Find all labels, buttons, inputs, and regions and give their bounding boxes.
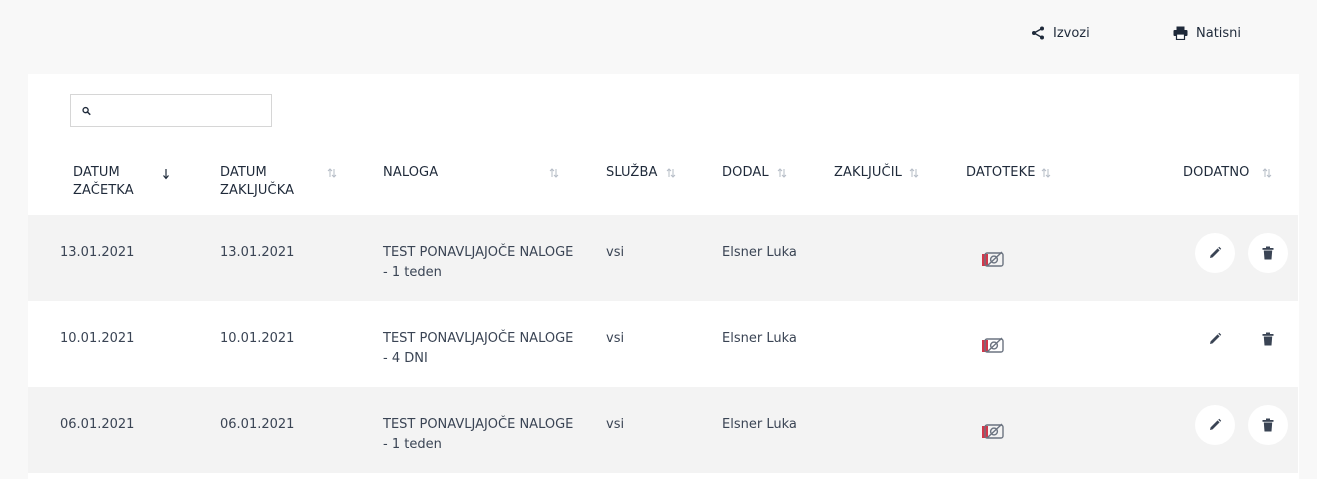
column-header-label: DATUM	[73, 165, 120, 180]
export-button[interactable]: Izvozi	[1031, 22, 1090, 44]
table-row: 13.01.2021 13.01.2021 TEST PONAVLJAJOČE …	[28, 215, 1298, 301]
service-cell: vsi	[606, 245, 625, 260]
column-header-label: DODATNO	[1183, 165, 1250, 180]
edit-button[interactable]	[1195, 233, 1235, 273]
service-cell: vsi	[606, 417, 625, 432]
table-row: 06.01.2021 06.01.2021 TEST PONAVLJAJOČE …	[28, 387, 1298, 473]
pencil-icon	[1210, 418, 1222, 430]
column-header-label: SLUŽBA	[606, 165, 658, 180]
end-date-cell: 13.01.2021	[220, 245, 295, 260]
no-attachment-icon[interactable]	[981, 336, 1005, 354]
no-attachment-icon[interactable]	[981, 422, 1005, 440]
pencil-icon	[1210, 332, 1222, 344]
edit-button[interactable]	[1195, 405, 1235, 445]
trash-icon	[1262, 246, 1274, 260]
added-by-cell: Elsner Luka	[722, 245, 797, 260]
column-header-start-date[interactable]: DATUM ZAČETKA	[73, 164, 134, 200]
column-header-service[interactable]: SLUŽBA	[606, 164, 657, 182]
printer-icon	[1173, 26, 1188, 40]
task-title: TEST PONAVLJAJOČE NALOGE	[383, 417, 574, 432]
sort-icon[interactable]	[549, 167, 559, 179]
print-label: Natisni	[1196, 25, 1242, 41]
search-icon	[82, 106, 91, 115]
no-attachment-icon[interactable]	[981, 250, 1005, 268]
tasks-table-card: DATUM ZAČETKA DATUM ZAKLJUČKA NALOGA SLU…	[28, 74, 1299, 479]
column-header-label: DATOTEKE	[966, 165, 1036, 180]
column-header-end-date[interactable]: DATUM ZAKLJUČKA	[220, 164, 294, 200]
search-input[interactable]	[97, 94, 271, 127]
edit-button[interactable]	[1195, 319, 1235, 359]
service-cell: vsi	[606, 331, 625, 346]
task-subtitle: - 1 teden	[383, 265, 442, 280]
added-by-cell: Elsner Luka	[722, 331, 797, 346]
start-date-cell: 06.01.2021	[60, 417, 135, 432]
added-by-cell: Elsner Luka	[722, 417, 797, 432]
task-cell: TEST PONAVLJAJOČE NALOGE - 4 DNI	[383, 329, 573, 369]
sort-icon[interactable]	[666, 167, 676, 179]
trash-icon	[1262, 332, 1274, 346]
start-date-cell: 10.01.2021	[60, 331, 135, 346]
column-header-closed-by[interactable]: ZAKLJUČIL	[834, 164, 902, 182]
print-button[interactable]: Natisni	[1173, 22, 1241, 44]
share-icon	[1032, 26, 1044, 40]
sort-icon[interactable]	[1262, 167, 1272, 179]
task-subtitle: - 4 DNI	[383, 351, 428, 366]
sort-icon[interactable]	[777, 167, 787, 179]
end-date-cell: 06.01.2021	[220, 417, 295, 432]
column-header-label: DATUM	[220, 165, 267, 180]
delete-button[interactable]	[1248, 233, 1288, 273]
task-cell: TEST PONAVLJAJOČE NALOGE - 1 teden	[383, 243, 573, 283]
sort-desc-icon[interactable]	[162, 168, 170, 180]
column-header-label: ZAKLJUČKA	[220, 183, 295, 198]
delete-button[interactable]	[1248, 405, 1288, 445]
export-label: Izvozi	[1053, 25, 1090, 41]
column-header-label: ZAČETKA	[73, 183, 134, 198]
end-date-cell: 10.01.2021	[220, 331, 295, 346]
column-header-label: DODAL	[722, 165, 769, 180]
column-header-task[interactable]: NALOGA	[383, 164, 438, 182]
task-cell: TEST PONAVLJAJOČE NALOGE - 1 teden	[383, 415, 573, 455]
table-row: 10.01.2021 10.01.2021 TEST PONAVLJAJOČE …	[28, 301, 1298, 387]
task-subtitle: - 1 teden	[383, 437, 442, 452]
column-header-extra[interactable]: DODATNO	[1183, 164, 1250, 182]
pencil-icon	[1210, 246, 1222, 258]
sort-icon[interactable]	[1041, 167, 1051, 179]
sort-icon[interactable]	[327, 167, 337, 179]
delete-button[interactable]	[1248, 319, 1288, 359]
column-header-added-by[interactable]: DODAL	[722, 164, 769, 182]
trash-icon	[1262, 418, 1274, 432]
search-field[interactable]	[70, 94, 272, 127]
task-title: TEST PONAVLJAJOČE NALOGE	[383, 331, 574, 346]
column-header-label: NALOGA	[383, 165, 439, 180]
column-header-files[interactable]: DATOTEKE	[966, 164, 1036, 182]
task-title: TEST PONAVLJAJOČE NALOGE	[383, 245, 574, 260]
column-header-label: ZAKLJUČIL	[834, 165, 902, 180]
start-date-cell: 13.01.2021	[60, 245, 135, 260]
sort-icon[interactable]	[909, 167, 919, 179]
top-toolbar: Izvozi Natisni	[0, 0, 1317, 74]
